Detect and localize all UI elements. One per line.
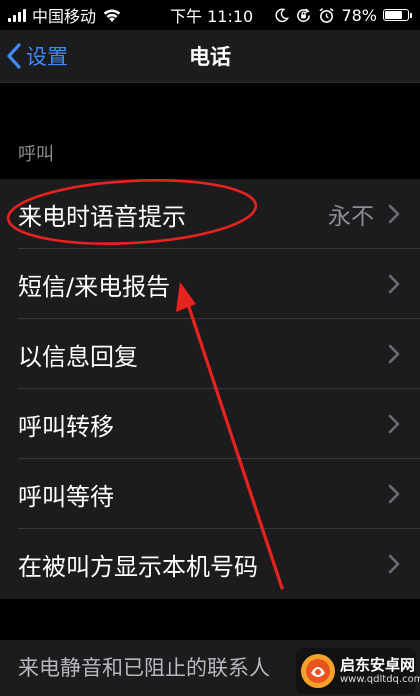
status-time: 下午 11:10 bbox=[170, 7, 254, 26]
carrier-label: 中国移动 bbox=[32, 7, 97, 26]
list-item-call-waiting[interactable]: 呼叫等待 bbox=[0, 459, 420, 529]
calls-list: 来电时语音提示 永不 短信/来电报告 以信息回复 呼叫转移 呼叫等待 在被叫方显… bbox=[0, 179, 420, 599]
list-item-sms-call-report[interactable]: 短信/来电报告 bbox=[0, 249, 420, 319]
back-button[interactable]: 设置 bbox=[6, 30, 68, 82]
list-item-label: 在被叫方显示本机号码 bbox=[18, 552, 258, 581]
chevron-right-icon bbox=[388, 204, 400, 224]
chevron-right-icon bbox=[388, 484, 400, 504]
list-item-value: 永不 bbox=[328, 204, 374, 230]
watermark-logo-icon bbox=[301, 654, 335, 688]
battery-icon bbox=[383, 9, 412, 21]
signal-bars-icon bbox=[8, 8, 26, 22]
list-item-label: 呼叫转移 bbox=[18, 412, 114, 441]
watermark-url: www.qdltdq.com bbox=[340, 673, 420, 685]
list-item-announce-calls[interactable]: 来电时语音提示 永不 bbox=[0, 179, 420, 249]
chevron-right-icon bbox=[388, 414, 400, 434]
watermark: 启东安卓网 www.qdltdq.com bbox=[296, 648, 420, 694]
list-item-show-caller-id[interactable]: 在被叫方显示本机号码 bbox=[0, 529, 420, 599]
chevron-right-icon bbox=[388, 274, 400, 294]
moon-icon bbox=[275, 8, 290, 22]
list-item-label: 以信息回复 bbox=[18, 342, 138, 371]
list-item-call-forwarding[interactable]: 呼叫转移 bbox=[0, 389, 420, 459]
status-right: 78% bbox=[274, 0, 412, 30]
orientation-lock-icon bbox=[297, 8, 311, 22]
watermark-title: 启东安卓网 bbox=[340, 656, 416, 675]
chevron-right-icon bbox=[388, 554, 400, 574]
list-item-label: 来电时语音提示 bbox=[18, 202, 186, 231]
alarm-icon bbox=[319, 7, 334, 23]
section-header-calls: 呼叫 bbox=[18, 144, 54, 165]
wifi-icon bbox=[103, 9, 121, 22]
status-left: 中国移动 bbox=[8, 0, 122, 30]
list-item-respond-with-text[interactable]: 以信息回复 bbox=[0, 319, 420, 389]
battery-fill bbox=[385, 11, 403, 19]
list-item-label: 来电静音和已阻止的联系人 bbox=[18, 656, 270, 680]
back-label: 设置 bbox=[26, 45, 68, 69]
list-item-label: 呼叫等待 bbox=[18, 482, 114, 511]
chevron-right-icon bbox=[388, 344, 400, 364]
navigation-bar: 设置 电话 bbox=[0, 30, 420, 83]
status-bar: 中国移动 下午 11:10 78% bbox=[0, 0, 420, 30]
battery-percent: 78% bbox=[341, 5, 377, 25]
list-item-label: 短信/来电报告 bbox=[18, 272, 171, 301]
chevron-left-icon bbox=[7, 43, 21, 69]
